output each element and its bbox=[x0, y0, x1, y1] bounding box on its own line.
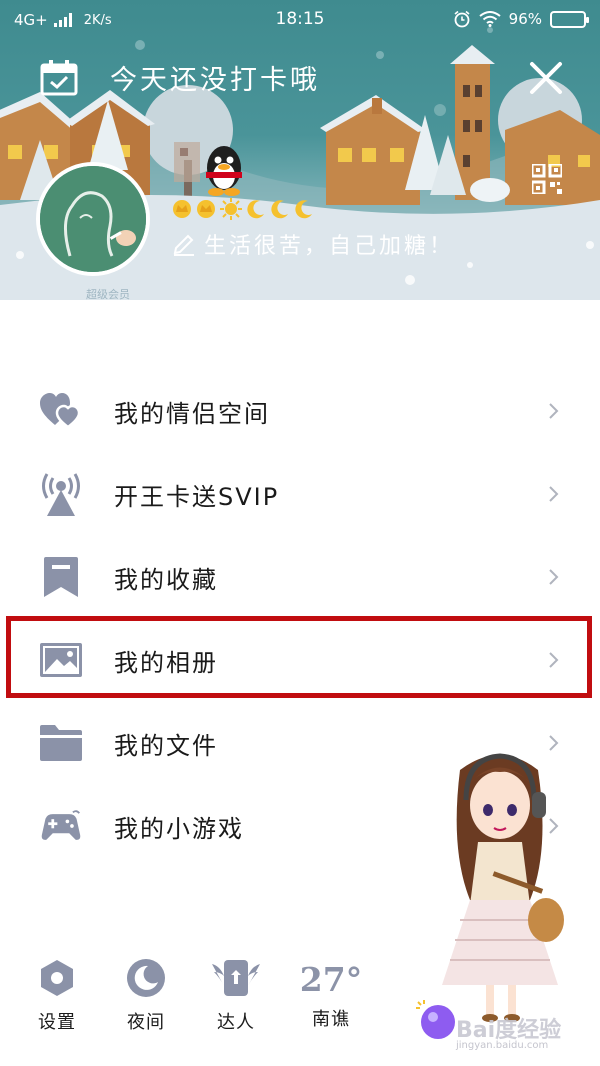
signature-text: 生活很苦，自己加糖！ bbox=[204, 234, 455, 259]
moon-icon bbox=[127, 959, 165, 997]
hearts-icon bbox=[40, 393, 81, 429]
menu-item-label: 我的文件 bbox=[114, 731, 218, 760]
profile-header: 4G+ 2K/s 18:15 96% 今天还没打卡哦 生活很苦，自己加糖！ 超级… bbox=[0, 0, 600, 300]
alarm-icon bbox=[454, 10, 470, 28]
sun-icon bbox=[220, 198, 242, 220]
chevron-right-icon bbox=[549, 652, 559, 668]
avatar-chalkboard-image bbox=[40, 166, 146, 272]
menu-item-label: 我的收藏 bbox=[114, 565, 218, 594]
menu-item-album[interactable]: 我的相册 bbox=[0, 619, 600, 701]
settings-button[interactable]: 设置 bbox=[22, 958, 92, 1034]
temperature: 27° bbox=[299, 960, 363, 999]
chevron-right-icon bbox=[549, 486, 559, 502]
signal-tower-icon bbox=[42, 473, 80, 516]
menu-item-favorites[interactable]: 我的收藏 bbox=[0, 536, 600, 618]
battery-percent: 96% bbox=[508, 10, 542, 28]
folder-icon bbox=[40, 725, 82, 761]
wifi-icon bbox=[479, 11, 501, 27]
menu-item-label: 开王卡送SVIP bbox=[114, 482, 280, 511]
chevron-right-icon bbox=[549, 569, 559, 585]
weather-widget[interactable]: 27° 南谯 bbox=[296, 960, 366, 1031]
menu-item-couple-space[interactable]: 我的情侣空间 bbox=[0, 370, 600, 452]
calendar-check-icon[interactable] bbox=[40, 60, 78, 96]
qr-code-icon[interactable] bbox=[532, 164, 562, 194]
night-label: 夜间 bbox=[127, 1012, 165, 1033]
menu-item-label: 我的情侣空间 bbox=[114, 399, 270, 428]
image-icon bbox=[40, 643, 82, 677]
crown-icon bbox=[173, 200, 191, 218]
vip-mark: 超级会员 bbox=[86, 288, 130, 300]
watermark-url: jingyan.baidu.com bbox=[456, 1040, 549, 1051]
moon-icon bbox=[247, 200, 264, 219]
bookmark-icon bbox=[44, 557, 78, 597]
gamepad-icon bbox=[41, 810, 81, 840]
settings-label: 设置 bbox=[38, 1012, 76, 1033]
qq-pet-image[interactable] bbox=[172, 138, 252, 198]
menu-item-king-card-svip[interactable]: 开王卡送SVIP bbox=[0, 453, 600, 535]
moon-icon bbox=[295, 200, 312, 219]
user-avatar[interactable] bbox=[36, 162, 150, 276]
chevron-right-icon bbox=[549, 403, 559, 419]
moon-icon bbox=[271, 200, 288, 219]
purple-orb-icon bbox=[416, 1000, 455, 1039]
city-name: 南谯 bbox=[312, 1009, 350, 1030]
pencil-icon bbox=[173, 234, 194, 256]
winged-badge-icon bbox=[212, 960, 260, 996]
expert-label: 达人 bbox=[217, 1012, 255, 1033]
crown-icon bbox=[197, 200, 215, 218]
menu-item-label: 我的小游戏 bbox=[114, 814, 244, 843]
gear-icon bbox=[41, 960, 73, 996]
checkin-reminder[interactable]: 今天还没打卡哦 bbox=[110, 58, 320, 97]
night-mode-button[interactable]: 夜间 bbox=[111, 958, 181, 1034]
expert-button[interactable]: 达人 bbox=[201, 958, 271, 1034]
status-bar: 4G+ 2K/s 18:15 96% bbox=[0, 0, 600, 40]
battery-icon bbox=[550, 10, 589, 28]
menu-item-label: 我的相册 bbox=[114, 648, 218, 677]
user-signature[interactable]: 生活很苦，自己加糖！ bbox=[172, 228, 454, 260]
level-badges[interactable] bbox=[172, 198, 314, 220]
close-icon[interactable] bbox=[528, 60, 564, 96]
